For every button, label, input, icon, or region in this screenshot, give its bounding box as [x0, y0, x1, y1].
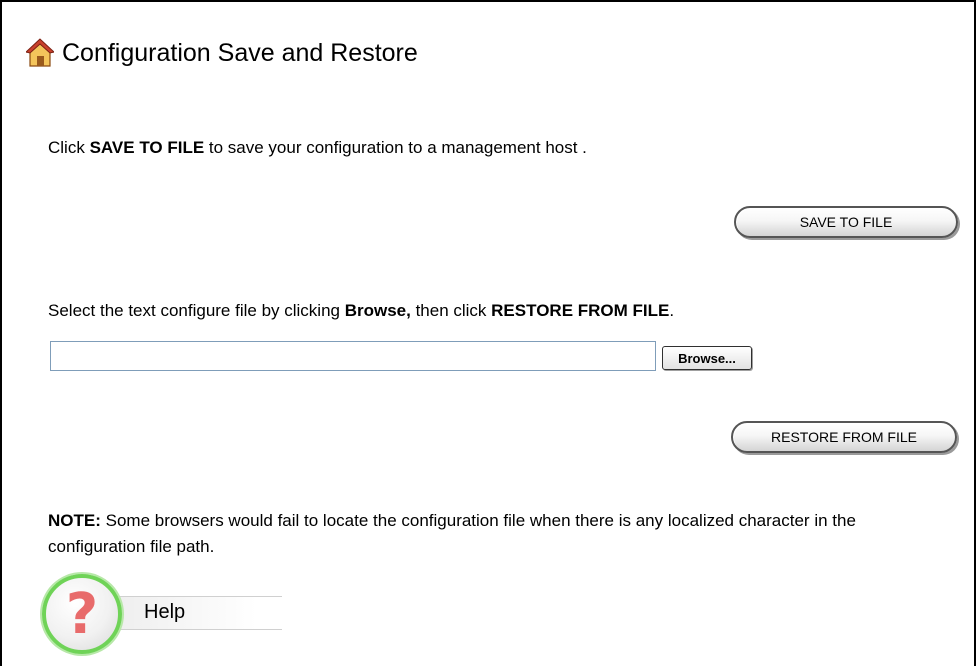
- page-title: Configuration Save and Restore: [62, 38, 418, 67]
- question-mark-icon: ?: [65, 581, 99, 647]
- browse-button[interactable]: Browse...: [662, 346, 752, 370]
- note-text: NOTE: Some browsers would fail to locate…: [48, 511, 856, 556]
- restore-from-file-button[interactable]: RESTORE FROM FILE: [731, 421, 957, 453]
- save-to-file-button[interactable]: SAVE TO FILE: [734, 206, 958, 238]
- home-icon: [26, 38, 54, 67]
- help-label[interactable]: Help: [144, 601, 185, 624]
- help-icon[interactable]: ?: [42, 574, 122, 654]
- restore-instructions: Select the text configure file by clicki…: [48, 301, 675, 320]
- note-label: NOTE:: [48, 511, 101, 530]
- help-label-bar: [112, 596, 282, 630]
- save-instructions: Click SAVE TO FILE to save your configur…: [48, 138, 587, 157]
- file-path-input[interactable]: [50, 341, 656, 371]
- page-header: Configuration Save and Restore: [26, 38, 418, 68]
- content-frame: [0, 0, 976, 666]
- help-link[interactable]: ? Help: [42, 574, 282, 658]
